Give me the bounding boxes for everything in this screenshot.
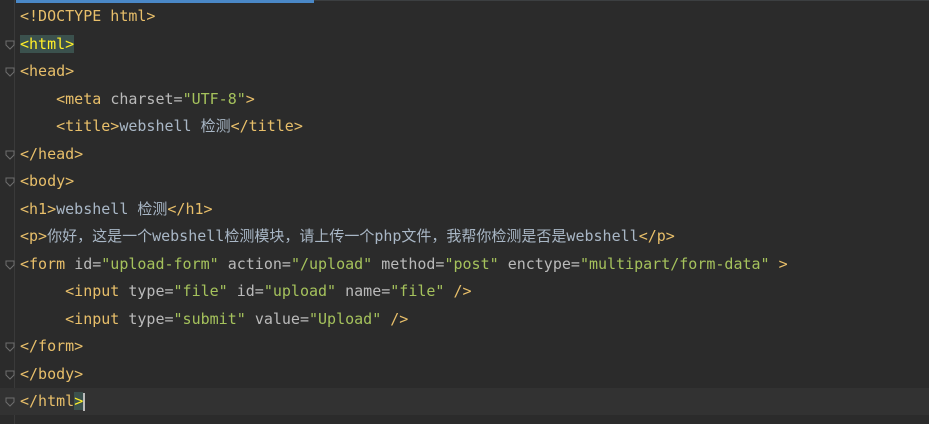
code-text: <head> [20,58,74,85]
code-text-token: webshell 检测 [56,199,168,218]
code-line[interactable]: <form id="upload-form" action="/upload" … [0,251,929,278]
fold-marker-icon[interactable] [5,342,15,352]
code-tag-token: </html [20,392,75,410]
code-attr-token: type= [128,282,174,300]
code-value-token: "file" [173,282,237,300]
code-attr-token: charset= [110,89,183,108]
code-text: </head> [20,141,83,168]
code-line[interactable]: <meta charset="UTF-8"> [0,86,929,113]
code-line[interactable]: </head> [0,141,929,168]
code-attr-token: value= [254,309,309,328]
code-line[interactable]: <html> [0,31,929,58]
code-tag-token: <input [65,282,129,300]
code-value-token: "post" [444,254,508,273]
fold-marker-icon[interactable] [5,150,15,160]
code-tag-token: <html> [20,34,75,53]
code-value-token: "file" [390,282,454,300]
code-tag-token: /> [453,282,472,300]
code-tag-token: <input [65,309,129,328]
fold-marker-icon[interactable] [5,397,15,407]
code-tag-token: </h1> [167,199,213,218]
code-tag-token: <meta [56,89,111,108]
code-line[interactable]: <head> [0,58,929,85]
code-value-token: "upload" [263,282,346,300]
code-tag-token: </p> [638,227,675,245]
code-text: </body> [20,361,83,388]
code-value-token: "/upload" [290,254,382,273]
code-tag-token: </form> [20,337,84,355]
code-text: <!DOCTYPE html> [20,3,155,30]
code-line[interactable]: </form> [0,333,929,360]
fold-marker-icon[interactable] [5,370,15,380]
code-tag-token: <title> [56,117,120,135]
code-tag-token: </title> [230,117,303,135]
code-text: <form id="upload-form" action="/upload" … [20,251,788,278]
code-tag-token: > [74,392,84,410]
code-line[interactable]: <!DOCTYPE html> [0,3,929,30]
editor-top-border [314,0,929,1]
code-tag-token: > [778,254,788,273]
fold-marker-icon[interactable] [5,260,15,270]
code-value-token: "Upload" [309,309,391,328]
code-value-token: "multipart/form-data" [579,254,779,273]
code-text: </html> [20,388,86,415]
code-line[interactable]: </body> [0,361,929,388]
code-line[interactable]: <body> [0,168,929,195]
code-editor[interactable]: <!DOCTYPE html> <html> <head> <meta charse… [0,0,929,424]
code-value-token: "upload-form" [101,254,228,273]
code-tag-token: <h1> [20,199,57,218]
code-text: </form> [20,333,83,360]
code-text: <h1>webshell 检测</h1> [20,196,213,223]
code-tag-token: /> [390,309,409,328]
code-attr-token: id= [74,254,102,273]
code-attr-token: type= [128,309,174,328]
code-line[interactable]: <p>你好，这是一个webshell检测模块，请上传一个php文件，我帮你检测是… [0,223,929,250]
code-tag-token: <p> [20,227,48,245]
fold-marker-icon[interactable] [5,40,15,50]
code-text-token: 你好，这是一个webshell检测模块，请上传一个php文件，我帮你检测是否是w… [47,227,639,245]
code-tag-token: </head> [20,144,84,163]
fold-marker-icon[interactable] [5,67,15,77]
code-text: <input type="submit" value="Upload" /> [20,306,408,333]
fold-marker-icon[interactable] [5,177,15,187]
code-text: <title>webshell 检测</title> [20,113,303,140]
code-value-token: "submit" [173,309,255,328]
code-attr-token: action= [227,254,291,273]
code-line[interactable]: <input type="file" id="upload" name="fil… [0,278,929,305]
code-attr-token: method= [381,254,445,273]
code-attr-token: name= [345,282,391,300]
code-line[interactable]: <input type="submit" value="Upload" /> [0,306,929,333]
code-value-token: "UTF-8" [182,89,246,108]
code-line[interactable]: <title>webshell 检测</title> [0,113,929,140]
code-text: <body> [20,168,74,195]
code-text: <meta charset="UTF-8"> [20,86,255,113]
text-caret [83,392,86,411]
code-tag-token: </body> [20,364,84,383]
code-attr-token: enctype= [507,254,580,273]
code-text: <p>你好，这是一个webshell检测模块，请上传一个php文件，我帮你检测是… [20,223,675,250]
code-text: <html> [20,31,75,58]
code-line[interactable]: </html> [0,388,929,415]
code-tag-token: <body> [20,172,75,190]
code-tag-token: <form [20,254,75,273]
code-text: <input type="file" id="upload" name="fil… [20,278,472,305]
code-tag-token: > [245,89,255,108]
code-tag-token: <!DOCTYPE html> [20,7,156,25]
code-text-token: webshell 检测 [119,117,231,135]
code-attr-token: id= [236,282,264,300]
code-tag-token: <head> [20,62,75,80]
code-line[interactable]: <h1>webshell 检测</h1> [0,196,929,223]
